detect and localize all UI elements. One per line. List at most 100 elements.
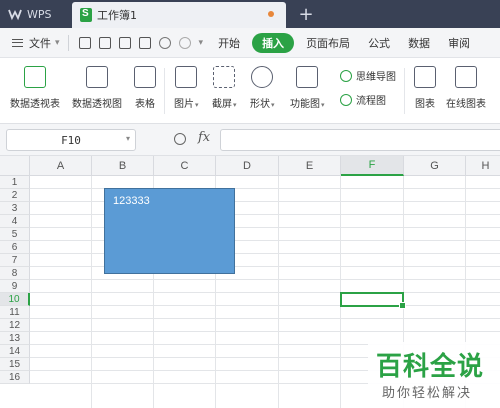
divider <box>67 34 69 51</box>
wps-label: WPS <box>27 7 52 21</box>
screenshot-button[interactable]: 截屏▾ <box>212 66 237 110</box>
spreadsheet-icon <box>80 8 92 22</box>
shapes-icon <box>251 66 274 88</box>
row-header-2[interactable]: 2 <box>0 189 30 202</box>
tab-data[interactable]: 数据 <box>399 28 439 58</box>
select-all-corner[interactable] <box>0 156 30 176</box>
picture-button[interactable]: 图片▾ <box>174 66 199 110</box>
tab-formulas[interactable]: 公式 <box>359 28 399 58</box>
row-header-11[interactable]: 11 <box>0 306 30 319</box>
online-chart-button[interactable]: 在线图表 <box>446 66 486 110</box>
row-header-14[interactable]: 14 <box>0 345 30 358</box>
table-label: 表格 <box>135 99 155 110</box>
column-header-h[interactable]: H <box>466 156 500 176</box>
name-box[interactable]: F10 ▾ <box>6 129 136 151</box>
chart-icon <box>414 66 436 88</box>
row-header-4[interactable]: 4 <box>0 215 30 228</box>
column-header-a[interactable]: A <box>30 156 92 176</box>
tab-home[interactable]: 开始 <box>209 28 249 58</box>
row-header-15[interactable]: 15 <box>0 358 30 371</box>
tab-review[interactable]: 审阅 <box>439 28 479 58</box>
row-header-16[interactable]: 16 <box>0 371 30 384</box>
rectangle-shape[interactable]: 123333 <box>104 188 235 274</box>
file-menu[interactable]: 文件 ▾ <box>0 28 60 58</box>
picture-label: 图片 <box>174 99 194 110</box>
divider <box>164 68 165 114</box>
mind-map-button[interactable]: 思维导图 <box>340 68 396 83</box>
print-preview-icon[interactable] <box>138 36 151 49</box>
format-painter-icon[interactable] <box>98 36 111 49</box>
function-chart-button[interactable]: 功能图▾ <box>290 66 325 110</box>
formula-input[interactable] <box>220 129 500 151</box>
grid-row-line <box>30 188 500 189</box>
grid-row-line <box>30 331 500 332</box>
chevron-down-icon: ▾ <box>55 37 60 48</box>
shapes-button[interactable]: 形状▾ <box>250 66 275 110</box>
online-chart-label: 在线图表 <box>446 99 486 110</box>
grid-row-line <box>30 279 500 280</box>
wps-home-tab[interactable]: WPS <box>0 0 68 28</box>
row-header-10[interactable]: 10 <box>0 293 30 306</box>
chart-label: 图表 <box>415 99 435 110</box>
row-header-7[interactable]: 7 <box>0 254 30 267</box>
mind-map-icon <box>340 69 352 82</box>
redo-icon[interactable] <box>178 36 191 49</box>
grid-row-line <box>30 292 500 293</box>
tab-insert[interactable]: 插入 <box>252 32 295 53</box>
column-header-b[interactable]: B <box>92 156 154 176</box>
ribbon-insert: 数据透视表 数据透视图 表格 图片▾ 截屏▾ 形状▾ 功能图▾ 思维导图 流程图… <box>0 58 500 124</box>
screenshot-icon <box>213 66 236 88</box>
grid-row-line <box>30 214 500 215</box>
tab-page-layout[interactable]: 页面布局 <box>297 28 359 58</box>
row-header-1[interactable]: 1 <box>0 176 30 189</box>
column-header-g[interactable]: G <box>404 156 466 176</box>
hamburger-icon <box>12 38 23 47</box>
row-header-3[interactable]: 3 <box>0 202 30 215</box>
new-tab-button[interactable]: + <box>296 2 316 26</box>
row-header-12[interactable]: 12 <box>0 319 30 332</box>
row-header-8[interactable]: 8 <box>0 267 30 280</box>
fx-icon[interactable]: fx <box>198 130 210 145</box>
flowchart-label: 流程图 <box>356 96 386 107</box>
save-icon[interactable] <box>78 36 91 49</box>
chart-button[interactable]: 图表 <box>414 66 436 110</box>
document-title: 工作簿1 <box>97 9 137 22</box>
grid-row-line <box>30 318 500 319</box>
row-header-6[interactable]: 6 <box>0 241 30 254</box>
chevron-down-icon[interactable]: ▾ <box>126 134 130 143</box>
watermark-title: 百科全说 <box>376 352 485 382</box>
grid-row-line <box>30 227 500 228</box>
pivot-chart-icon <box>86 66 108 88</box>
table-button[interactable]: 表格 <box>134 66 156 110</box>
row-header-13[interactable]: 13 <box>0 332 30 345</box>
row-header-9[interactable]: 9 <box>0 280 30 293</box>
flowchart-button[interactable]: 流程图 <box>340 92 386 107</box>
flowchart-icon <box>340 93 352 106</box>
grid-row-line <box>30 253 500 254</box>
pivot-table-button[interactable]: 数据透视表 <box>10 66 60 110</box>
menu-bar: 文件 ▾ ▾ 开始 插入 页面布局 公式 数据 审阅 <box>0 28 500 58</box>
row-header-5[interactable]: 5 <box>0 228 30 241</box>
quick-access-chevron-icon[interactable]: ▾ <box>199 38 204 48</box>
column-header-e[interactable]: E <box>279 156 341 176</box>
pivot-chart-label: 数据透视图 <box>72 99 122 110</box>
grid-row-line <box>30 240 500 241</box>
print-icon[interactable] <box>118 36 131 49</box>
function-chart-label: 功能图 <box>290 99 320 110</box>
watermark: 百科全说 助你轻松解决 <box>368 342 500 408</box>
title-bar: WPS 工作簿1 + <box>0 0 500 28</box>
zoom-icon[interactable] <box>174 133 186 145</box>
pivot-chart-button[interactable]: 数据透视图 <box>72 66 122 110</box>
pivot-table-label: 数据透视表 <box>10 99 60 110</box>
document-tab[interactable]: 工作簿1 <box>72 2 286 28</box>
column-header-c[interactable]: C <box>154 156 216 176</box>
undo-icon[interactable] <box>158 36 171 49</box>
pivot-table-icon <box>24 66 46 88</box>
column-header-d[interactable]: D <box>216 156 279 176</box>
active-cell[interactable] <box>340 292 406 309</box>
picture-icon <box>175 66 198 88</box>
cell-reference: F10 <box>61 133 81 147</box>
wps-logo-icon <box>8 9 22 21</box>
column-header-f[interactable]: F <box>341 156 404 176</box>
shape-text[interactable]: 123333 <box>113 195 150 207</box>
